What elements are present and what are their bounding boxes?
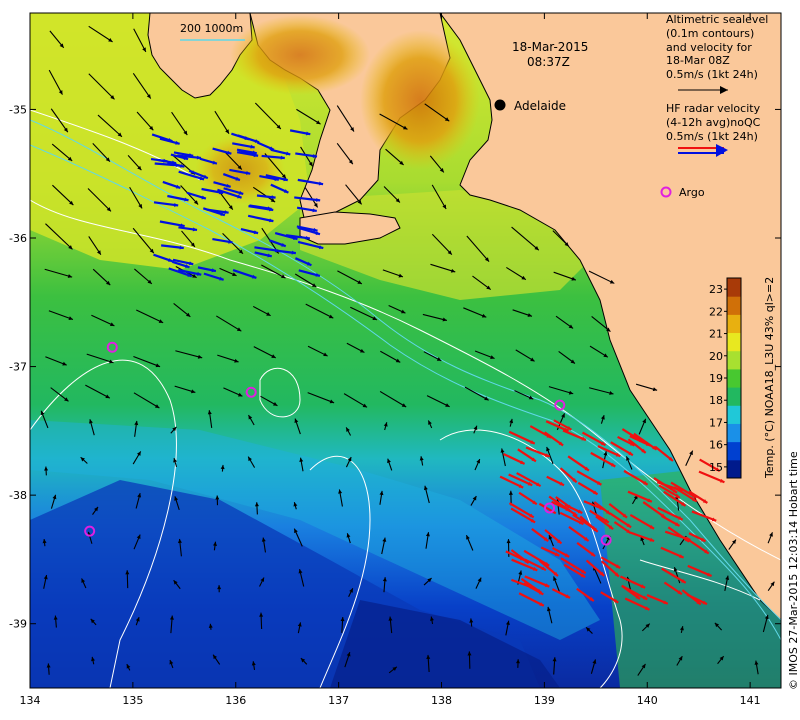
- colorbar-tick-label: 19: [709, 372, 723, 385]
- x-tick-label: 141: [740, 694, 761, 707]
- legend-alt-line-5: 0.5m/s (1kt 24h): [666, 68, 758, 81]
- y-tick-label: -37: [9, 361, 27, 374]
- warm-region-upper: [230, 15, 370, 95]
- colorbar-tick-label: 21: [709, 328, 723, 341]
- colorbar-tick-label: 23: [709, 283, 723, 296]
- colorbar-tick-label: 16: [709, 439, 723, 452]
- y-tick-label: -36: [9, 232, 27, 245]
- legend-hf-line-1: HF radar velocity: [666, 102, 761, 115]
- colorbar-swatch: [727, 350, 741, 370]
- x-tick-label: 134: [20, 694, 41, 707]
- colorbar-swatch: [727, 387, 741, 406]
- colorbar-tick-label: 20: [709, 350, 723, 363]
- colorbar-swatch: [727, 459, 741, 479]
- colorbar-swatch: [727, 368, 741, 388]
- colorbar-swatch: [727, 314, 741, 334]
- colorbar-swatch: [727, 423, 741, 443]
- colorbar-label: Temp. (°C) NOAA18_L3U 43% ql>=2: [763, 277, 776, 479]
- y-tick-label: -39: [9, 618, 27, 631]
- colorbar-tick-label: 22: [709, 305, 723, 318]
- colorbar-swatch: [727, 332, 741, 352]
- legend-alt-line-3: and velocity for: [666, 41, 752, 54]
- map-date: 18-Mar-2015: [512, 40, 588, 54]
- legend-hf-line-2: (4-12h avg)noQC: [666, 116, 761, 129]
- legend-alt-line-4: 18-Mar 08Z: [666, 54, 730, 67]
- x-tick-label: 138: [431, 694, 452, 707]
- colorbar-swatch: [727, 441, 741, 461]
- legend-argo-label: Argo: [679, 186, 705, 199]
- colorbar-tick-label: 18: [709, 394, 723, 407]
- x-tick-label: 137: [328, 694, 349, 707]
- map-time: 08:37Z: [527, 55, 570, 69]
- colorbar-tick-label: 17: [709, 416, 723, 429]
- colorbar-tick-label: 15: [709, 461, 723, 474]
- colorbar-swatch: [727, 278, 741, 297]
- x-tick-label: 136: [225, 694, 246, 707]
- x-tick-label: 139: [534, 694, 555, 707]
- adelaide-marker: [494, 99, 506, 111]
- x-tick-label: 135: [122, 694, 143, 707]
- scale-bar-label: 200 1000m: [180, 22, 243, 35]
- legend-hf-line-3: 0.5m/s (1kt 24h): [666, 130, 758, 143]
- x-tick-label: 140: [637, 694, 658, 707]
- warm-region-yorke: [360, 30, 480, 170]
- colorbar-swatch: [727, 296, 741, 315]
- credit-text: © IMOS 27-Mar-2015 12:03:14 Hobart time: [787, 451, 800, 690]
- ocean-map: 200 1000m Adelaide 18-Mar-2015 08:37Z Al…: [9, 12, 800, 707]
- adelaide-label: Adelaide: [514, 99, 566, 113]
- colorbar-swatch: [727, 405, 741, 424]
- legend-alt-line-2: (0.1m contours): [666, 27, 754, 40]
- y-tick-label: -35: [9, 103, 27, 116]
- y-tick-label: -38: [9, 489, 27, 502]
- legend-alt-line-1: Altimetric sealevel: [666, 13, 768, 26]
